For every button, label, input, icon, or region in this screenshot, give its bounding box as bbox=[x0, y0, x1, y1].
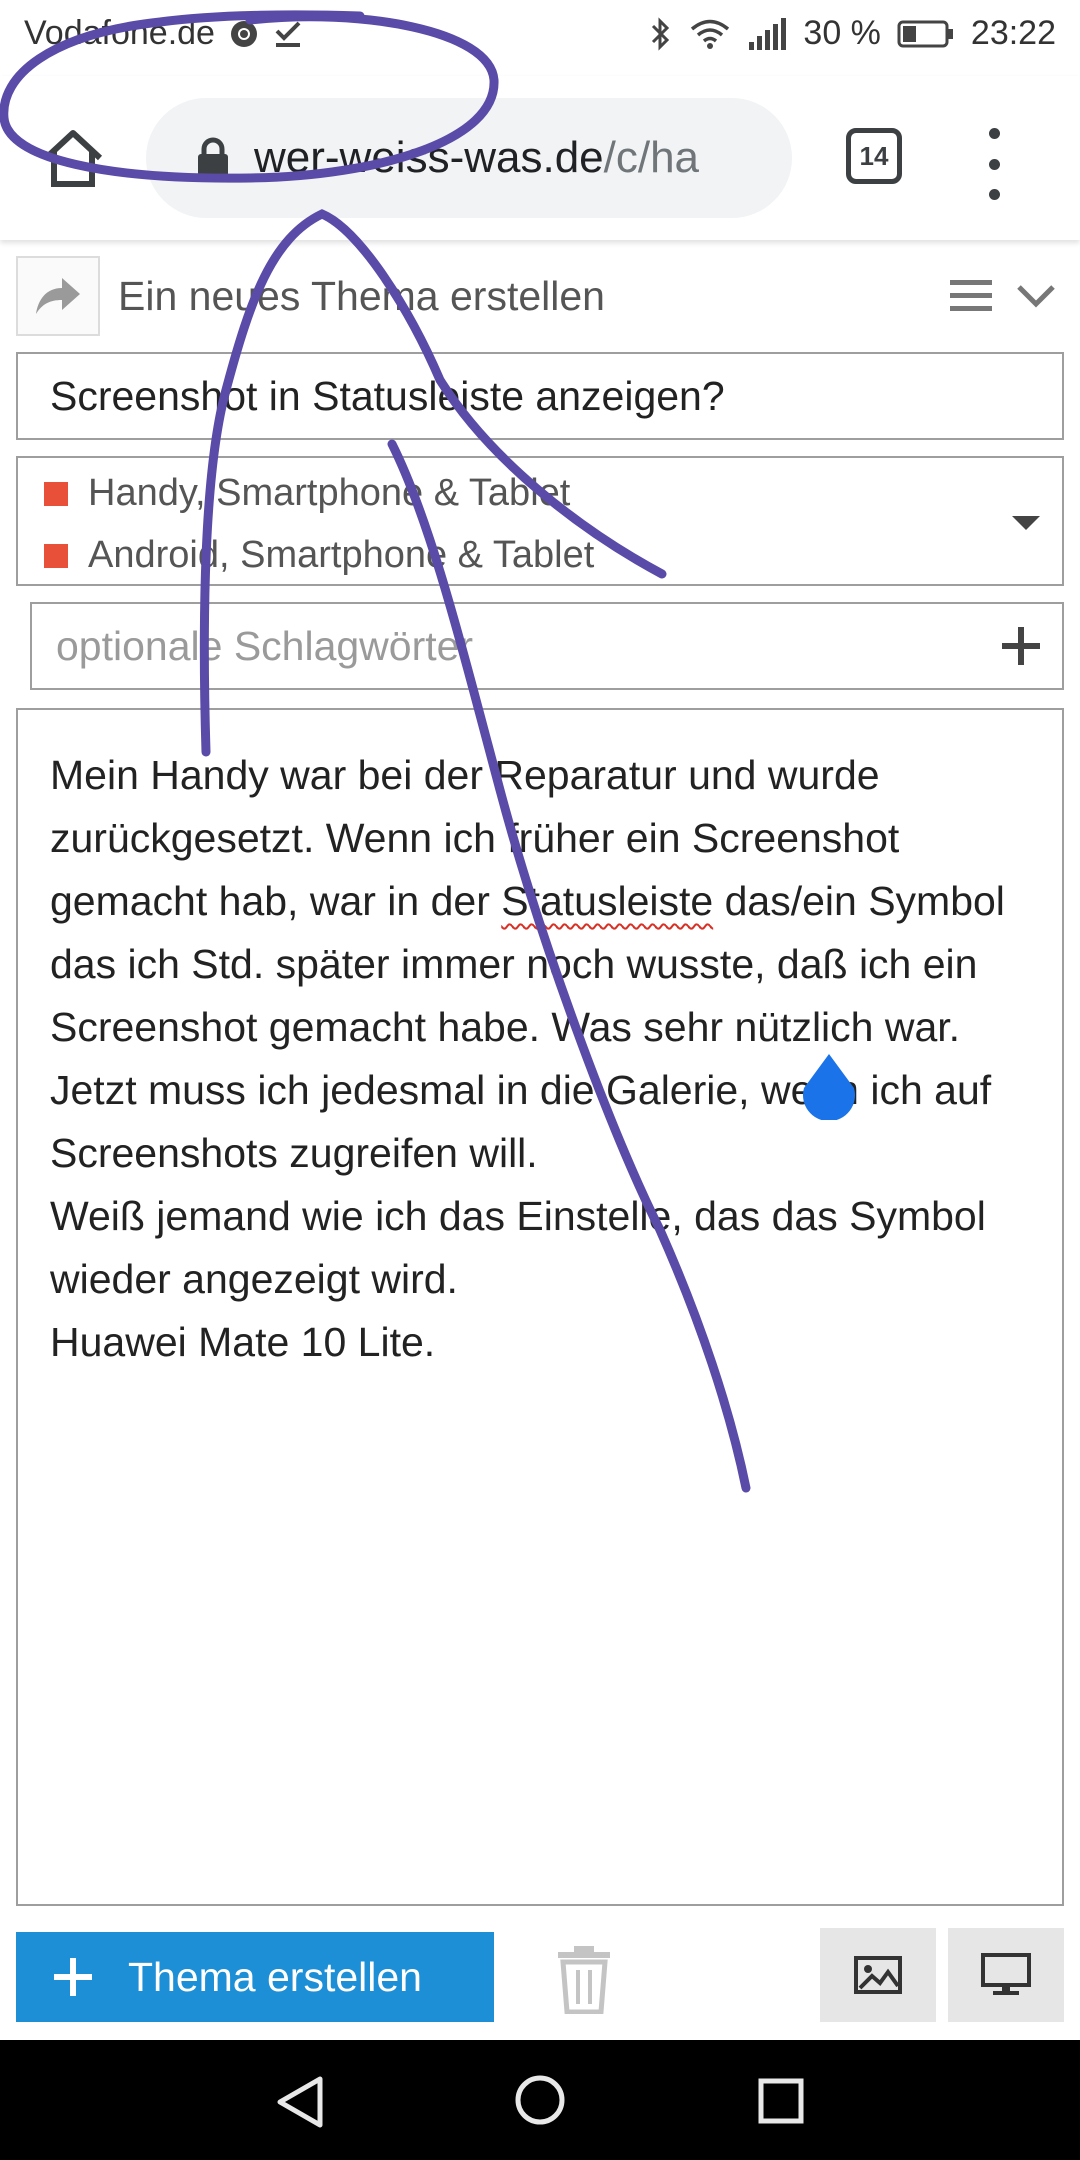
create-topic-button[interactable]: Thema erstellen bbox=[16, 1932, 494, 2022]
topic-header: Ein neues Thema erstellen bbox=[16, 256, 1064, 336]
chevron-down-icon[interactable] bbox=[1016, 283, 1056, 309]
category-item: Android, Smartphone & Tablet bbox=[44, 534, 594, 577]
home-icon[interactable] bbox=[38, 124, 108, 194]
toggle-preview-button[interactable] bbox=[948, 1928, 1064, 2022]
body-paragraph: Huawei Mate 10 Lite. bbox=[50, 1319, 436, 1365]
category-selector[interactable]: Handy, Smartphone & Tablet Android, Smar… bbox=[16, 456, 1064, 586]
category-label: Handy, Smartphone & Tablet bbox=[88, 472, 571, 514]
hamburger-icon[interactable] bbox=[950, 278, 992, 314]
topic-title-input[interactable] bbox=[16, 352, 1064, 440]
reply-icon-box bbox=[16, 256, 100, 336]
battery-level: 30 % bbox=[803, 14, 881, 52]
upload-image-button[interactable] bbox=[820, 1928, 936, 2022]
status-right: 30 % 23:22 bbox=[649, 14, 1056, 53]
url-text: wer-weiss-was.de/c/ha bbox=[254, 133, 699, 183]
create-topic-label: Thema erstellen bbox=[128, 1953, 422, 2000]
recent-apps-icon[interactable] bbox=[758, 2078, 804, 2124]
url-domain: wer-weiss-was.de bbox=[254, 133, 604, 182]
header-actions bbox=[950, 278, 1056, 314]
trash-icon[interactable] bbox=[554, 1944, 614, 2014]
plus-icon bbox=[54, 1958, 92, 1996]
plus-icon[interactable] bbox=[986, 611, 1056, 681]
overflow-menu-icon[interactable] bbox=[974, 128, 1014, 200]
text-cursor-handle[interactable] bbox=[800, 1052, 858, 1120]
url-bar[interactable]: wer-weiss-was.de/c/ha bbox=[146, 98, 792, 218]
back-icon[interactable] bbox=[276, 2076, 324, 2128]
reply-share-icon bbox=[36, 278, 80, 314]
lock-icon bbox=[198, 137, 228, 178]
category-item: Handy, Smartphone & Tablet bbox=[44, 472, 570, 515]
tags-input[interactable] bbox=[32, 606, 986, 686]
signal-icon bbox=[749, 17, 787, 50]
misspelled-word: Statusleiste bbox=[501, 878, 714, 924]
image-icon bbox=[854, 1956, 902, 1994]
browser-toolbar: wer-weiss-was.de/c/ha 14 bbox=[0, 76, 1080, 240]
tags-field bbox=[30, 602, 1064, 690]
navigation-bar bbox=[0, 2040, 1080, 2160]
status-bar: Vodafone.de 30 % 23:22 bbox=[0, 0, 1080, 76]
carrier-name: Vodafone.de bbox=[24, 14, 215, 52]
bluetooth-icon bbox=[652, 16, 670, 51]
body-paragraph: Weiß jemand wie ich das Einstelle, das d… bbox=[50, 1193, 986, 1302]
category-swatch bbox=[44, 543, 68, 568]
battery-icon bbox=[897, 20, 953, 47]
status-left: Vodafone.de bbox=[24, 14, 303, 53]
tab-switcher-button[interactable]: 14 bbox=[846, 128, 902, 184]
category-label: Android, Smartphone & Tablet bbox=[88, 534, 595, 576]
caret-down-icon[interactable] bbox=[1012, 516, 1040, 530]
composer-title: Ein neues Thema erstellen bbox=[118, 272, 605, 319]
tab-count: 14 bbox=[859, 140, 889, 171]
body-paragraph: Mein Handy war bei der Reparatur und wur… bbox=[50, 752, 1005, 1176]
clock: 23:22 bbox=[970, 14, 1056, 52]
download-done-icon bbox=[275, 21, 301, 47]
wifi-icon bbox=[691, 19, 730, 49]
desktop-icon bbox=[981, 1953, 1031, 1995]
category-swatch bbox=[44, 481, 68, 506]
url-path: /c/ha bbox=[603, 133, 700, 182]
post-body-editor[interactable]: Mein Handy war bei der Reparatur und wur… bbox=[16, 708, 1064, 1906]
chrome-icon bbox=[230, 20, 257, 47]
home-circle-icon[interactable] bbox=[514, 2074, 566, 2126]
